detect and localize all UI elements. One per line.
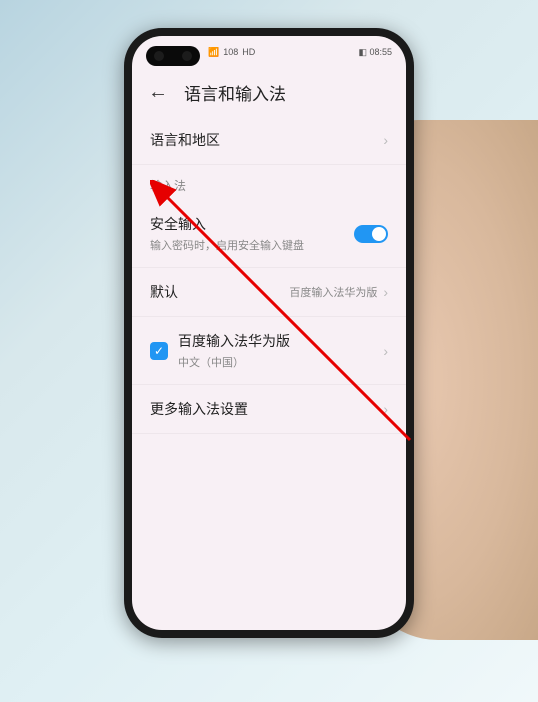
toggle-secure-input[interactable]: [354, 225, 388, 243]
row-secure-input[interactable]: 安全输入 输入密码时，启用安全输入键盘: [132, 200, 406, 268]
row-label: 语言和地区: [150, 130, 220, 150]
phone-screen: 📶 108 HD ◧ 08:55 ← 语言和输入法 语言和地区 › 输入法 安全…: [132, 36, 406, 630]
row-label: 默认: [150, 282, 178, 302]
row-language-region[interactable]: 语言和地区 ›: [132, 116, 406, 165]
chevron-right-icon: ›: [383, 343, 388, 359]
chevron-right-icon: ›: [383, 401, 388, 417]
phone-frame: 📶 108 HD ◧ 08:55 ← 语言和输入法 语言和地区 › 输入法 安全…: [124, 28, 414, 638]
checkbox-checked-icon[interactable]: ✓: [150, 342, 168, 360]
back-arrow-icon[interactable]: ←: [148, 81, 168, 104]
row-label: 安全输入: [150, 214, 304, 234]
row-more-settings[interactable]: 更多输入法设置 ›: [132, 385, 406, 434]
signal-icon: 📶: [208, 47, 219, 58]
section-input-method: 输入法: [132, 165, 406, 200]
page-title: 语言和输入法: [184, 80, 286, 105]
row-default-ime[interactable]: 默认 百度输入法华为版 ›: [132, 268, 406, 317]
row-baidu-ime[interactable]: ✓ 百度输入法华为版 中文（中国） ›: [132, 317, 406, 385]
row-description: 中文（中国）: [178, 354, 290, 370]
chevron-right-icon: ›: [383, 132, 388, 148]
row-label: 更多输入法设置: [150, 399, 248, 419]
row-value: 百度输入法华为版: [289, 284, 377, 300]
network-speed: 108: [223, 47, 238, 57]
camera-cutout: [146, 46, 200, 66]
row-description: 输入密码时，启用安全输入键盘: [150, 237, 304, 253]
hd-icon: HD: [242, 47, 255, 57]
battery-time: ◧ 08:55: [358, 47, 392, 58]
chevron-right-icon: ›: [383, 284, 388, 300]
row-label: 百度输入法华为版: [178, 331, 290, 351]
page-header: ← 语言和输入法: [132, 68, 406, 116]
